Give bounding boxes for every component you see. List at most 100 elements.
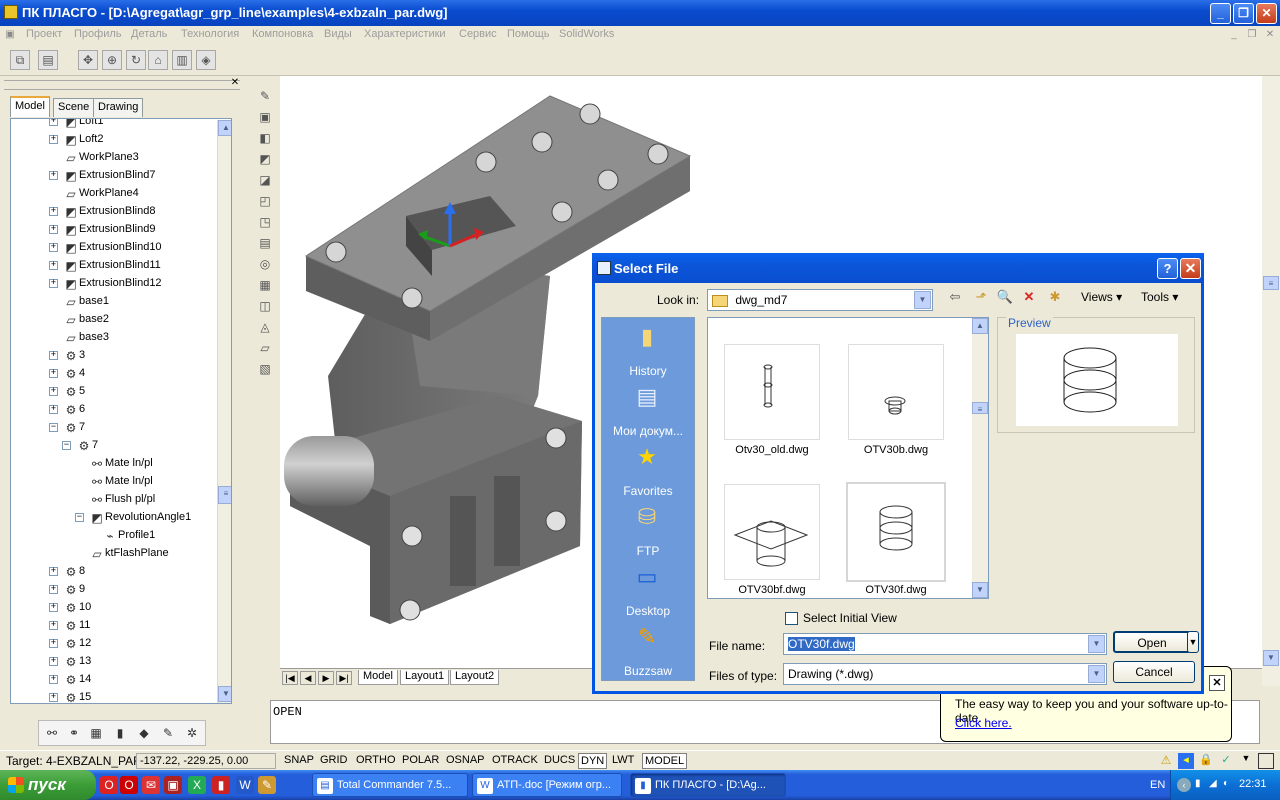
place-my-documents[interactable]: ▤ Мои докум... bbox=[602, 380, 694, 440]
file-name-label[interactable]: OTV30bf.dwg bbox=[712, 584, 832, 596]
dialog-close-button[interactable]: ✕ bbox=[1180, 258, 1201, 279]
statusbar-menu-icon[interactable]: ▼ bbox=[1240, 753, 1252, 769]
place-desktop[interactable]: ▭ Desktop bbox=[602, 560, 694, 620]
tray-settings-icon[interactable]: ✓ bbox=[1218, 753, 1234, 769]
first-tab-icon[interactable]: |◀ bbox=[282, 671, 298, 685]
expand-icon[interactable]: + bbox=[49, 639, 58, 648]
sweep-icon[interactable]: ◩ bbox=[255, 149, 275, 169]
expand-icon[interactable]: + bbox=[49, 225, 58, 234]
expand-icon[interactable]: + bbox=[49, 369, 58, 378]
lwt-toggle[interactable]: LWT bbox=[610, 753, 636, 769]
mdi-close-icon[interactable]: ✕ bbox=[1264, 29, 1276, 41]
copy-icon[interactable]: ⧉ bbox=[10, 50, 30, 70]
move-icon[interactable]: ✥ bbox=[78, 50, 98, 70]
menu-technology[interactable]: Технология bbox=[181, 28, 239, 40]
expand-icon[interactable]: + bbox=[49, 657, 58, 666]
language-indicator[interactable]: EN bbox=[1150, 779, 1165, 791]
excel-icon[interactable]: X bbox=[188, 776, 206, 794]
up-folder-icon[interactable]: ⬏ bbox=[971, 287, 991, 307]
scroll-thumb[interactable]: ≡ bbox=[218, 486, 231, 504]
file-scroll-up-icon[interactable]: ▲ bbox=[972, 318, 988, 334]
clean-screen-icon[interactable] bbox=[1258, 753, 1274, 769]
collapse-icon[interactable]: − bbox=[62, 441, 71, 450]
file-name-dropdown-icon[interactable]: ▼ bbox=[1088, 635, 1105, 653]
delete-icon[interactable]: ✕ bbox=[1019, 287, 1039, 307]
place-history[interactable]: ▮ History bbox=[602, 320, 694, 380]
file-name-label[interactable]: OTV30f.dwg bbox=[836, 584, 956, 596]
app-icon[interactable] bbox=[4, 5, 18, 19]
section-icon[interactable]: ▥ bbox=[172, 50, 192, 70]
expand-icon[interactable]: + bbox=[49, 261, 58, 270]
pin-icon[interactable]: ✎ bbox=[159, 724, 177, 742]
look-in-dropdown-icon[interactable]: ▼ bbox=[914, 291, 931, 309]
menu-help[interactable]: Помощь bbox=[507, 28, 550, 40]
place-buzzsaw[interactable]: ✎ Buzzsaw bbox=[602, 620, 694, 680]
pattern-icon[interactable]: ▦ bbox=[255, 275, 275, 295]
last-tab-icon[interactable]: ▶| bbox=[336, 671, 352, 685]
expand-icon[interactable]: + bbox=[49, 621, 58, 630]
task-total-commander[interactable]: ▤ Total Commander 7.5... bbox=[312, 773, 468, 797]
grid-toggle[interactable]: GRID bbox=[318, 753, 350, 769]
cube-icon[interactable]: ◈ bbox=[196, 50, 216, 70]
dyn-toggle[interactable]: DYN bbox=[578, 753, 608, 769]
scroll-up-icon[interactable]: ▲ bbox=[218, 120, 231, 136]
library-icon[interactable]: ▦ bbox=[87, 724, 105, 742]
file-thumbnail[interactable] bbox=[848, 344, 944, 440]
shell-icon[interactable]: ▤ bbox=[255, 233, 275, 253]
menu-service[interactable]: Сервис bbox=[459, 28, 497, 40]
save-icon[interactable]: ▣ bbox=[164, 776, 182, 794]
assemble-icon[interactable]: ✲ bbox=[183, 724, 201, 742]
files-of-type-dropdown-icon[interactable]: ▼ bbox=[1088, 665, 1105, 683]
canvas-scroll-down-icon[interactable]: ▼ bbox=[1263, 650, 1279, 666]
expand-icon[interactable]: + bbox=[49, 387, 58, 396]
tab-layout1[interactable]: Layout1 bbox=[400, 670, 450, 685]
expand-icon[interactable]: + bbox=[49, 351, 58, 360]
workplane-icon[interactable]: ▱ bbox=[255, 338, 275, 358]
otrack-toggle[interactable]: OTRACK bbox=[490, 753, 540, 769]
menu-project[interactable]: Проект bbox=[26, 28, 62, 40]
flush-icon[interactable]: ⚭ bbox=[65, 724, 83, 742]
expand-icon[interactable]: + bbox=[49, 405, 58, 414]
expand-icon[interactable]: + bbox=[49, 243, 58, 252]
collapse-icon[interactable]: − bbox=[49, 423, 58, 432]
tab-layout-model[interactable]: Model bbox=[358, 670, 398, 685]
tab-drawing[interactable]: Drawing bbox=[93, 98, 144, 117]
expand-icon[interactable]: + bbox=[49, 675, 58, 684]
word-icon[interactable]: W bbox=[236, 776, 254, 794]
menu-part[interactable]: Деталь bbox=[131, 28, 167, 40]
extrude-icon[interactable]: ▣ bbox=[255, 107, 275, 127]
network-icon[interactable]: ▮ bbox=[1195, 778, 1207, 790]
cancel-button[interactable]: Cancel bbox=[1113, 661, 1195, 683]
select-initial-view-checkbox[interactable] bbox=[785, 612, 798, 625]
expand-icon[interactable]: + bbox=[49, 279, 58, 288]
open-options-dropdown-icon[interactable]: ▼ bbox=[1187, 631, 1199, 653]
tray-expand-icon[interactable]: ‹ bbox=[1177, 778, 1191, 792]
warning-icon[interactable]: ⚠ bbox=[1158, 753, 1174, 769]
tray-app-icon[interactable]: ◐ bbox=[1223, 778, 1235, 790]
polar-toggle[interactable]: POLAR bbox=[400, 753, 441, 769]
opera-alt-icon[interactable]: O bbox=[120, 776, 138, 794]
note-icon[interactable]: ▮ bbox=[111, 724, 129, 742]
expand-icon[interactable]: + bbox=[49, 585, 58, 594]
minimize-button[interactable]: _ bbox=[1210, 3, 1231, 24]
place-ftp[interactable]: ⛁ FTP bbox=[602, 500, 694, 560]
menu-views[interactable]: Виды bbox=[324, 28, 352, 40]
draw-icon[interactable]: ✎ bbox=[255, 86, 275, 106]
scroll-down-icon[interactable]: ▼ bbox=[218, 686, 231, 702]
menu-layout[interactable]: Компоновка bbox=[252, 28, 313, 40]
canvas-scroll-thumb[interactable]: ≡ bbox=[1263, 276, 1279, 290]
book-icon[interactable]: ▮ bbox=[212, 776, 230, 794]
expand-icon[interactable]: + bbox=[49, 603, 58, 612]
look-in-combo[interactable]: dwg_md7 ▼ bbox=[707, 289, 933, 311]
file-scroll-down-icon[interactable]: ▼ bbox=[972, 582, 988, 598]
file-scroll-thumb[interactable]: ≡ bbox=[972, 402, 988, 414]
ducs-toggle[interactable]: DUCS bbox=[542, 753, 577, 769]
expand-icon[interactable]: + bbox=[49, 693, 58, 702]
views-menu[interactable]: Views ▾ bbox=[1081, 290, 1122, 304]
file-list-scrollbar[interactable]: ▲ ≡ ▼ bbox=[972, 318, 988, 598]
file-name-label[interactable]: Otv30_old.dwg bbox=[712, 444, 832, 456]
expand-icon[interactable]: + bbox=[49, 119, 58, 126]
loft-icon[interactable]: ◪ bbox=[255, 170, 275, 190]
mate-icon[interactable]: ⚯ bbox=[43, 724, 61, 742]
help-button[interactable]: ? bbox=[1157, 258, 1178, 279]
